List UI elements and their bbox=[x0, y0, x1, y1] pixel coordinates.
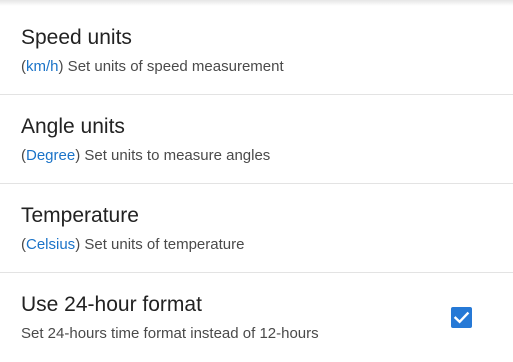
setting-current-value: Celsius bbox=[26, 236, 76, 253]
setting-current-value: km/h bbox=[26, 58, 59, 75]
setting-speed-units[interactable]: Speed units (km/h) Set units of speed me… bbox=[0, 6, 513, 95]
setting-current-value: Degree bbox=[26, 147, 76, 164]
setting-description: (Degree) Set units to measure angles bbox=[21, 147, 270, 164]
setting-24-hour-format[interactable]: Use 24-hour format Set 24-hours time for… bbox=[0, 273, 513, 362]
setting-angle-units[interactable]: Angle units (Degree) Set units to measur… bbox=[0, 95, 513, 184]
setting-description: (Celsius) Set units of temperature bbox=[21, 236, 244, 253]
setting-description: (km/h) Set units of speed measurement bbox=[21, 58, 284, 75]
setting-title: Speed units bbox=[21, 26, 132, 49]
setting-description-text: Set units of temperature bbox=[80, 236, 245, 253]
setting-description-text: Set units of speed measurement bbox=[63, 58, 284, 75]
setting-description-text: Set units to measure angles bbox=[80, 147, 271, 164]
setting-description: Set 24-hours time format instead of 12-h… bbox=[21, 325, 319, 342]
settings-list: Speed units (km/h) Set units of speed me… bbox=[0, 6, 513, 362]
setting-title: Temperature bbox=[21, 204, 139, 227]
setting-title: Angle units bbox=[21, 115, 125, 138]
setting-temperature[interactable]: Temperature (Celsius) Set units of tempe… bbox=[0, 184, 513, 273]
use-24-hour-checkbox[interactable] bbox=[451, 307, 472, 328]
setting-title: Use 24-hour format bbox=[21, 293, 202, 316]
check-icon bbox=[453, 311, 470, 324]
